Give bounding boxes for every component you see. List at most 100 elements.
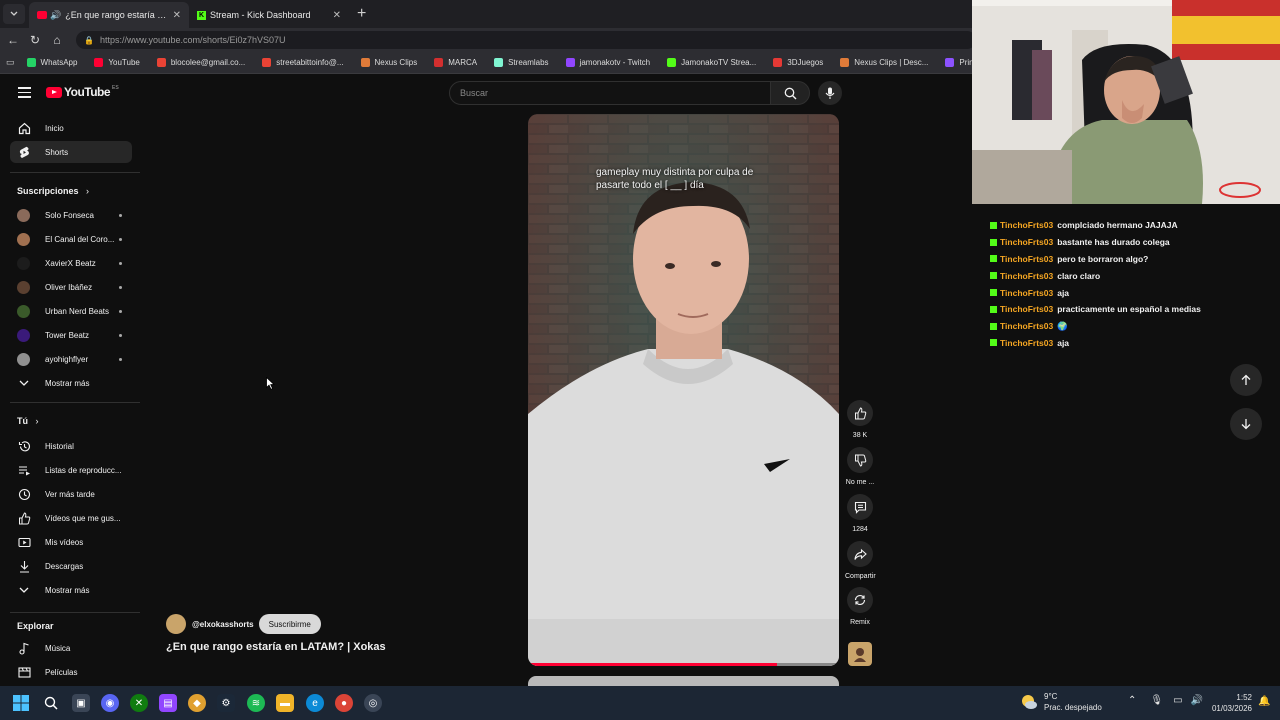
spotify-icon[interactable]: ≋ <box>247 694 265 712</box>
chat-username[interactable]: TinchoFrts03 <box>1000 321 1053 331</box>
bookmark-label: streetabittoinfo@... <box>276 58 344 67</box>
chrome-icon[interactable]: ● <box>335 694 353 712</box>
subscription-item[interactable]: Urban Nerd Beats <box>10 300 132 322</box>
chevron-up-icon[interactable]: ⌃ <box>1128 695 1136 706</box>
chat-message: TinchoFrts03 claro claro <box>990 267 1270 284</box>
chat-username[interactable]: TinchoFrts03 <box>1000 237 1053 247</box>
edge-icon[interactable]: e <box>306 694 324 712</box>
share-button[interactable]: Compartir <box>845 541 876 580</box>
reading-list-icon[interactable]: ▭ <box>6 57 15 68</box>
comments-button[interactable]: 1284 <box>845 494 875 533</box>
subscriptions-heading[interactable]: Suscripciones › <box>17 186 89 196</box>
next-short-button[interactable] <box>1230 408 1262 440</box>
divider <box>10 402 140 403</box>
subscription-item[interactable]: Solo Fonseca <box>10 204 132 226</box>
app-icon[interactable]: ◆ <box>188 694 206 712</box>
chat-text: claro claro <box>1057 270 1101 281</box>
tab-youtube-short[interactable]: 🔊 ¿En que rango estaría en LATA ✕ <box>29 2 189 28</box>
microphone-icon[interactable]: 🎙 <box>1150 695 1163 706</box>
sound-thumbnail[interactable] <box>848 642 872 666</box>
bookmark-item[interactable]: MARCA <box>434 58 477 67</box>
bookmark-item[interactable]: Nexus Clips <box>360 58 417 67</box>
chat-username[interactable]: TinchoFrts03 <box>1000 271 1053 281</box>
sidebar-item-shorts[interactable]: Shorts <box>10 141 132 163</box>
system-clock[interactable]: 1:52 01/03/2026 <box>1206 692 1252 714</box>
sidebar-item-liked[interactable]: Vídeos que me gus... <box>10 507 132 529</box>
video-title[interactable]: ¿En que rango estaría en LATAM? | Xokas <box>166 641 386 653</box>
steam-icon[interactable]: ⚙ <box>217 694 235 712</box>
chat-username[interactable]: TinchoFrts03 <box>1000 338 1053 348</box>
sidebar-item-movies[interactable]: Películas <box>10 661 132 683</box>
search-input[interactable]: Buscar <box>449 81 771 105</box>
sidebar-item-home[interactable]: Inicio <box>10 117 132 139</box>
address-bar[interactable]: 🔒 https://www.youtube.com/shorts/Ei0z7hV… <box>76 31 976 49</box>
file-explorer-icon[interactable]: ▬ <box>276 694 294 712</box>
chat-username[interactable]: TinchoFrts03 <box>1000 254 1053 264</box>
chat-username[interactable]: TinchoFrts03 <box>1000 220 1053 230</box>
subscribe-button[interactable]: Suscribirme <box>258 614 321 634</box>
dislike-button[interactable]: No me ... <box>845 447 875 486</box>
subscription-item[interactable]: XavierX Beatz <box>10 252 132 274</box>
home-icon[interactable]: ⌂ <box>46 33 68 47</box>
tab-actions-menu-button[interactable] <box>3 4 25 24</box>
app-icon[interactable]: ◎ <box>364 694 382 712</box>
like-button[interactable]: 38 K <box>845 400 875 439</box>
chat-username[interactable]: TinchoFrts03 <box>1000 304 1053 314</box>
subscription-item[interactable]: Tower Beatz <box>10 324 132 346</box>
speaker-icon[interactable]: 🔊 <box>50 10 61 21</box>
kick-badge-icon <box>990 289 997 297</box>
new-tab-button[interactable]: + <box>357 5 366 23</box>
sidebar-item-downloads[interactable]: Descargas <box>10 555 132 577</box>
subscription-item[interactable]: El Canal del Coro... <box>10 228 132 250</box>
bookmark-item[interactable]: streetabittoinfo@... <box>262 58 344 67</box>
task-view-icon[interactable]: ▣ <box>72 694 90 712</box>
bookmark-item[interactable]: 3DJuegos <box>773 58 823 67</box>
network-icon[interactable]: ▭ <box>1173 695 1182 706</box>
chat-username[interactable]: TinchoFrts03 <box>1000 288 1053 298</box>
show-more-subscriptions[interactable]: Mostrar más <box>10 372 132 394</box>
bookmark-item[interactable]: WhatsApp <box>26 58 77 67</box>
kick-badge-icon <box>990 305 997 313</box>
remix-button[interactable]: Remix <box>845 587 875 626</box>
search-icon[interactable] <box>42 694 60 712</box>
notifications-icon[interactable]: 🔔 <box>1258 696 1270 707</box>
tab-kick-dashboard[interactable]: K Stream - Kick Dashboard ✕ <box>189 2 349 28</box>
you-heading[interactable]: Tú › <box>17 416 39 426</box>
channel-handle[interactable]: @elxokasshorts <box>192 620 254 629</box>
back-icon[interactable]: ← <box>2 33 24 47</box>
discord-icon[interactable]: ◉ <box>101 694 119 712</box>
bookmark-item[interactable]: YouTube <box>94 58 140 67</box>
sidebar-item-watch-later[interactable]: Ver más tarde <box>10 483 132 505</box>
volume-icon[interactable]: 🔊 <box>1191 695 1203 706</box>
voice-search-button[interactable] <box>818 81 842 105</box>
channel-avatar[interactable] <box>166 614 186 634</box>
sidebar-item-label: Mis vídeos <box>45 537 84 547</box>
sidebar-item-playlists[interactable]: Listas de reproducc... <box>10 459 132 481</box>
close-tab-icon[interactable]: ✕ <box>173 10 181 21</box>
kick-badge-icon <box>990 272 997 280</box>
weather-widget[interactable]: 9°C Prac. despejado <box>1020 691 1102 713</box>
bookmark-item[interactable]: JamonakoTV Strea... <box>667 58 756 67</box>
video-progress-bar[interactable] <box>528 663 839 666</box>
chat-message: TinchoFrts03 practicamente un español a m… <box>990 301 1270 318</box>
previous-short-button[interactable] <box>1230 364 1262 396</box>
sidebar-item-chevron-down[interactable]: Mostrar más <box>10 579 132 601</box>
reload-icon[interactable]: ↻ <box>24 33 46 47</box>
bookmark-item[interactable]: Streamlabs <box>494 58 549 67</box>
subscription-item[interactable]: ayohighflyer <box>10 348 132 370</box>
sidebar-item-my-videos[interactable]: Mis vídeos <box>10 531 132 553</box>
subscription-item[interactable]: Oliver Ibáñez <box>10 276 132 298</box>
menu-icon[interactable] <box>18 87 31 101</box>
close-tab-icon[interactable]: ✕ <box>333 10 341 21</box>
twitch-icon[interactable]: ▤ <box>159 694 177 712</box>
search-button[interactable] <box>770 81 810 105</box>
sidebar-item-music[interactable]: Música <box>10 637 132 659</box>
bookmark-item[interactable]: Nexus Clips | Desc... <box>840 58 928 67</box>
bookmark-item[interactable]: blocolee@gmail.co... <box>156 58 245 67</box>
youtube-logo[interactable]: YouTube ES <box>46 85 119 99</box>
shorts-video-player[interactable]: gameplay muy distinta por culpa de pasar… <box>528 114 839 666</box>
windows-start-icon[interactable] <box>12 694 30 712</box>
bookmark-item[interactable]: jamonakotv - Twitch <box>565 58 650 67</box>
sidebar-item-history[interactable]: Historial <box>10 435 132 457</box>
xbox-icon[interactable]: ✕ <box>130 694 148 712</box>
